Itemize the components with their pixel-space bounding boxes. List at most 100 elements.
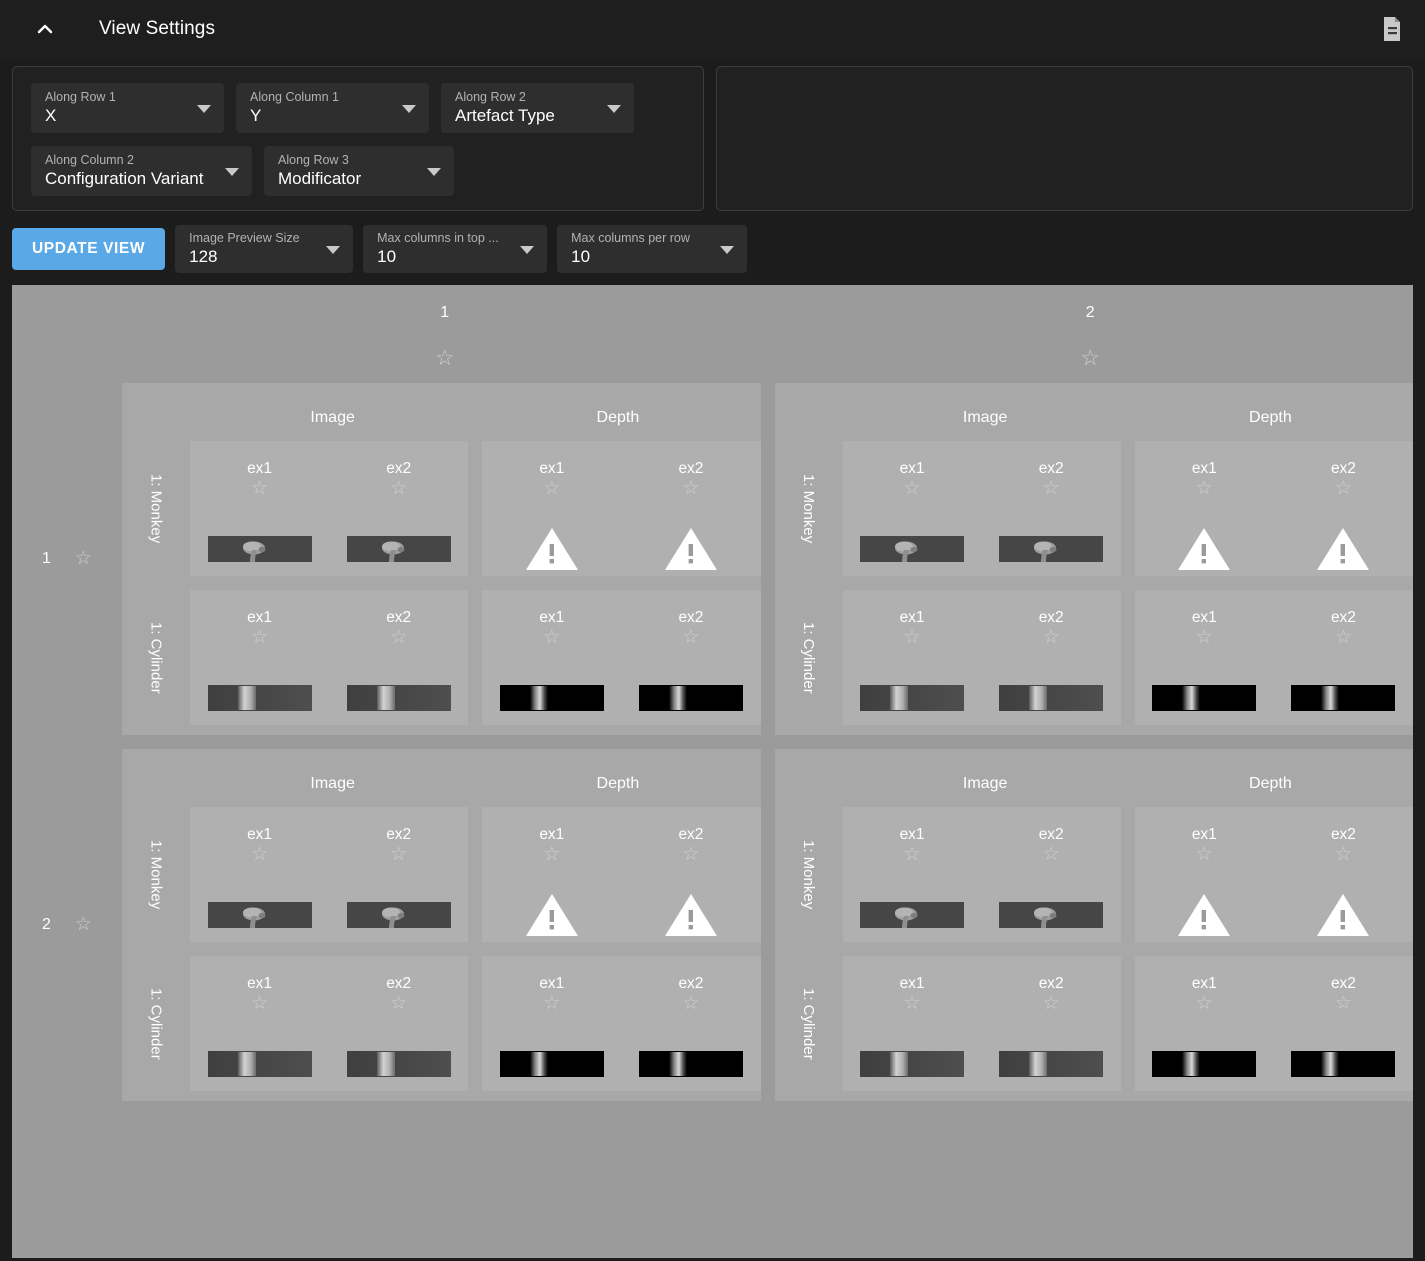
star-icon[interactable]: ☆ xyxy=(543,993,560,1015)
star-icon[interactable]: ☆ xyxy=(682,844,699,866)
preview-thumbnail[interactable] xyxy=(499,1051,604,1077)
artefact-cell[interactable]: ex1 ☆ ex2 ☆ xyxy=(1134,956,1413,1091)
star-icon[interactable]: ☆ xyxy=(1196,627,1213,649)
preview-thumbnail[interactable] xyxy=(1177,894,1231,936)
preview-thumbnail[interactable] xyxy=(525,894,579,936)
preview-thumbnail[interactable] xyxy=(207,685,312,711)
select-along-row-3[interactable]: Along Row 3 Modificator xyxy=(264,146,454,196)
preview-thumbnail[interactable] xyxy=(207,902,312,928)
modificator-row: ex1 ☆ ex2 ☆ xyxy=(1135,459,1413,570)
star-icon[interactable]: ☆ xyxy=(682,627,699,649)
preview-thumbnail[interactable] xyxy=(1177,528,1231,570)
preview-thumbnail[interactable] xyxy=(1152,1051,1257,1077)
star-icon[interactable]: ☆ xyxy=(75,914,92,936)
preview-thumbnail[interactable] xyxy=(999,685,1104,711)
star-icon[interactable]: ☆ xyxy=(543,478,560,500)
preview-thumbnail[interactable] xyxy=(999,536,1104,562)
star-icon[interactable]: ☆ xyxy=(1043,478,1060,500)
preview-thumbnail[interactable] xyxy=(1316,528,1370,570)
star-icon[interactable]: ☆ xyxy=(390,844,407,866)
preview-thumbnail[interactable] xyxy=(346,1051,451,1077)
star-icon[interactable]: ☆ xyxy=(390,993,407,1015)
star-icon[interactable]: ☆ xyxy=(682,478,699,500)
star-icon[interactable]: ☆ xyxy=(682,993,699,1015)
star-icon[interactable]: ☆ xyxy=(1196,993,1213,1015)
select-along-row-1[interactable]: Along Row 1 X xyxy=(31,83,224,133)
artefact-cell[interactable]: ex1 ☆ ex2 ☆ xyxy=(1134,441,1413,576)
star-icon[interactable]: ☆ xyxy=(1080,347,1100,369)
star-icon[interactable]: ☆ xyxy=(251,478,268,500)
preview-thumbnail[interactable] xyxy=(860,685,965,711)
collapse-panel-button[interactable] xyxy=(28,12,62,46)
star-icon[interactable]: ☆ xyxy=(1335,993,1352,1015)
preview-thumbnail[interactable] xyxy=(999,902,1104,928)
star-icon[interactable]: ☆ xyxy=(1196,844,1213,866)
preview-thumbnail[interactable] xyxy=(207,536,312,562)
preview-thumbnail[interactable] xyxy=(638,1051,743,1077)
preview-thumbnail[interactable] xyxy=(1291,685,1396,711)
star-icon[interactable]: ☆ xyxy=(390,478,407,500)
star-icon[interactable]: ☆ xyxy=(251,627,268,649)
artefact-cell[interactable]: ex1 ☆ ex2 ☆ xyxy=(1134,807,1413,942)
preview-thumbnail[interactable] xyxy=(346,902,451,928)
star-icon[interactable]: ☆ xyxy=(904,844,921,866)
update-view-button[interactable]: UPDATE VIEW xyxy=(12,228,166,270)
preview-thumbnail[interactable] xyxy=(1316,894,1370,936)
select-along-column-1[interactable]: Along Column 1 Y xyxy=(236,83,429,133)
preview-thumbnail[interactable] xyxy=(1152,685,1257,711)
preview-thumbnail[interactable] xyxy=(999,1051,1104,1077)
preview-thumbnail[interactable] xyxy=(346,536,451,562)
star-icon[interactable]: ☆ xyxy=(543,627,560,649)
monkey-render-thumbnail xyxy=(999,902,1104,928)
artefact-cell[interactable]: ex1 ☆ ex2 ☆ xyxy=(842,441,1121,576)
preview-thumbnail[interactable] xyxy=(346,685,451,711)
star-icon[interactable]: ☆ xyxy=(1043,844,1060,866)
select-max-columns-in-top[interactable]: Max columns in top ... 10 xyxy=(363,225,548,273)
preview-thumbnail[interactable] xyxy=(664,894,718,936)
select-image-preview-size[interactable]: Image Preview Size 128 xyxy=(175,225,354,273)
artefact-cell[interactable]: ex1 ☆ ex2 ☆ xyxy=(190,956,469,1091)
star-icon[interactable]: ☆ xyxy=(1335,844,1352,866)
preview-thumbnail[interactable] xyxy=(860,536,965,562)
preview-thumbnail[interactable] xyxy=(525,528,579,570)
star-icon[interactable]: ☆ xyxy=(251,993,268,1015)
artefact-cell[interactable]: ex1 ☆ ex2 ☆ xyxy=(1134,590,1413,725)
star-icon[interactable]: ☆ xyxy=(1043,993,1060,1015)
star-icon[interactable]: ☆ xyxy=(1335,478,1352,500)
select-max-columns-per-row[interactable]: Max columns per row 10 xyxy=(557,225,748,273)
artefact-cell[interactable]: ex1 ☆ ex2 ☆ xyxy=(190,807,469,942)
preview-thumbnail[interactable] xyxy=(207,1051,312,1077)
artefact-cell[interactable]: ex1 ☆ ex2 ☆ xyxy=(482,441,761,576)
preview-thumbnail[interactable] xyxy=(1291,1051,1396,1077)
star-icon[interactable]: ☆ xyxy=(75,548,92,570)
artefact-cell[interactable]: ex1 ☆ ex2 ☆ xyxy=(842,590,1121,725)
star-icon[interactable]: ☆ xyxy=(435,347,455,369)
star-icon[interactable]: ☆ xyxy=(390,627,407,649)
star-icon[interactable]: ☆ xyxy=(543,844,560,866)
artefact-cell[interactable]: ex1 ☆ ex2 ☆ xyxy=(190,441,469,576)
select-along-row-2[interactable]: Along Row 2 Artefact Type xyxy=(441,83,634,133)
artefact-cell[interactable]: ex1 ☆ ex2 ☆ xyxy=(190,590,469,725)
preview-thumbnail[interactable] xyxy=(664,528,718,570)
artefact-cell[interactable]: ex1 ☆ ex2 ☆ xyxy=(842,807,1121,942)
preview-thumbnail[interactable] xyxy=(499,685,604,711)
select-value: Artefact Type xyxy=(455,106,555,125)
preview-thumbnail[interactable] xyxy=(638,685,743,711)
select-along-column-2[interactable]: Along Column 2 Configuration Variant xyxy=(31,146,252,196)
star-icon[interactable]: ☆ xyxy=(1043,627,1060,649)
artefact-cell[interactable]: ex1 ☆ ex2 ☆ xyxy=(842,956,1121,1091)
star-icon[interactable]: ☆ xyxy=(1335,627,1352,649)
star-icon[interactable]: ☆ xyxy=(1196,478,1213,500)
star-icon[interactable]: ☆ xyxy=(904,993,921,1015)
view-settings-header: View Settings xyxy=(0,0,1425,58)
star-icon[interactable]: ☆ xyxy=(251,844,268,866)
star-icon[interactable]: ☆ xyxy=(904,627,921,649)
artefact-cell[interactable]: ex1 ☆ ex2 ☆ xyxy=(482,590,761,725)
preview-thumbnail[interactable] xyxy=(860,902,965,928)
artefact-cell[interactable]: ex1 ☆ ex2 ☆ xyxy=(482,807,761,942)
artefact-cell[interactable]: ex1 ☆ ex2 ☆ xyxy=(482,956,761,1091)
document-icon[interactable] xyxy=(1379,14,1405,44)
results-viewport[interactable]: 1 ☆ 2 ☆ 1 ☆ Image Depth 1: Monkey ex1 ☆ ex2 ☆ ex1… xyxy=(12,285,1413,1258)
star-icon[interactable]: ☆ xyxy=(904,478,921,500)
preview-thumbnail[interactable] xyxy=(860,1051,965,1077)
